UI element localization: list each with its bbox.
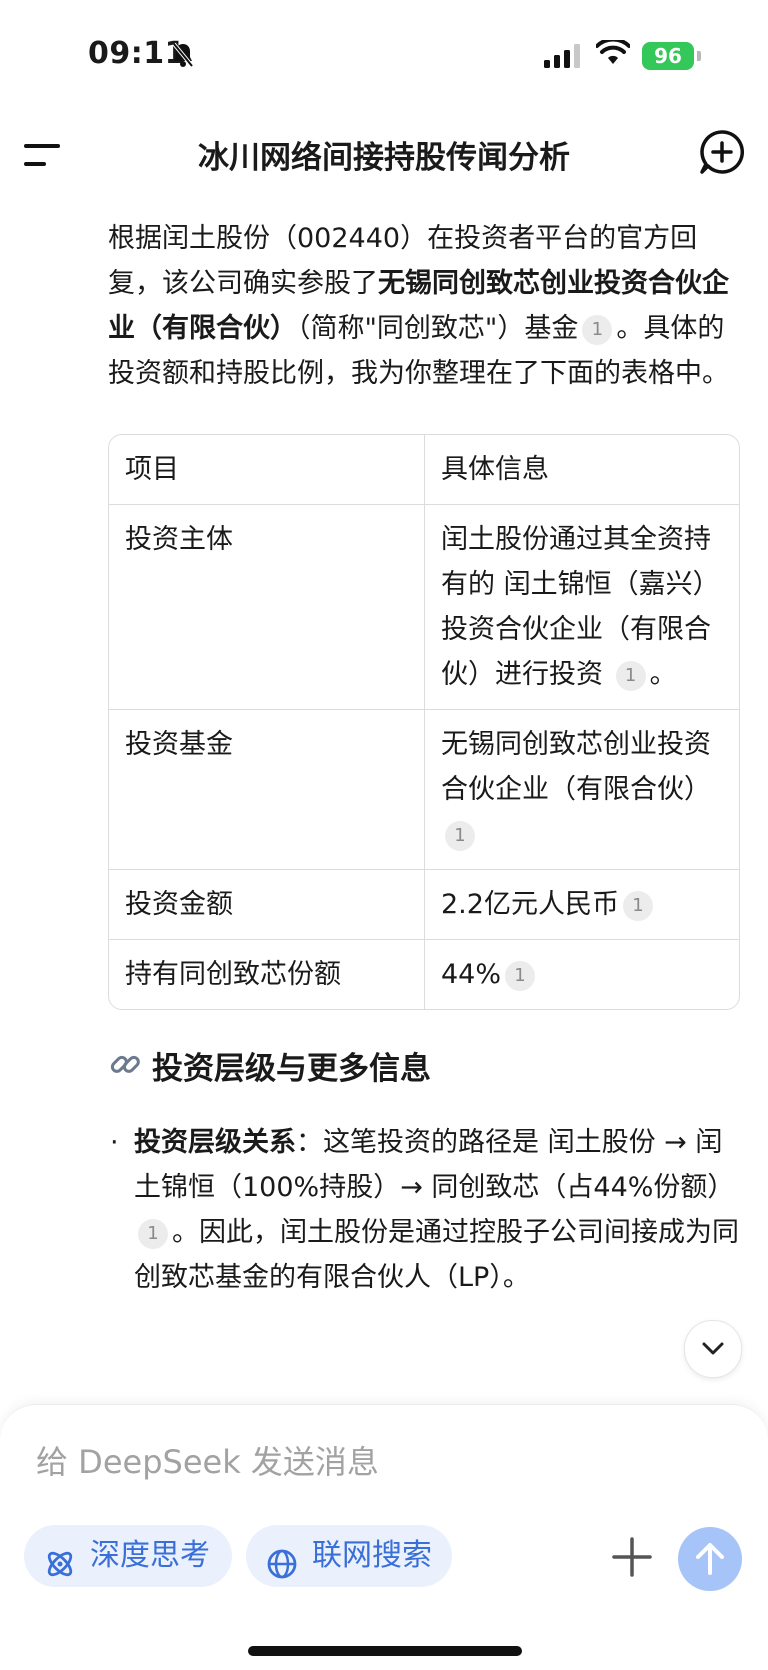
cellular-signal-icon (544, 44, 582, 72)
menu-icon[interactable] (22, 134, 66, 174)
bullet-dot: · (110, 1127, 119, 1158)
table-cell-item: 持有同创致芯份额 (109, 939, 425, 1009)
section-heading: 投资层级与更多信息 (108, 1044, 740, 1094)
cell-text: 无锡同创致芯创业投资合伙企业（有限合伙） (441, 729, 711, 805)
intro-paragraph: 根据闰土股份（002440）在投资者平台的官方回复，该公司确实参股了无锡同创致芯… (108, 216, 740, 396)
bullet-text-2: 。因此，闰土股份是通过控股子公司间接成为同创致芯基金的有限合伙人（LP）。 (134, 1217, 739, 1293)
battery-tip (697, 51, 701, 61)
cell-text: 44% (441, 959, 502, 990)
globe-icon (266, 1540, 298, 1602)
chat-header: 冰川网络间接持股传闻分析 (0, 120, 768, 190)
bell-muted-icon (172, 42, 194, 72)
table-cell-item: 投资基金 (109, 709, 425, 869)
table-cell-info: 2.2亿元人民币 1 (425, 869, 739, 939)
table-row: 持有同创致芯份额 44% 1 (109, 939, 739, 1009)
cell-text: 闰土股份通过其全资持有的 闰土锦恒（嘉兴）投资合伙企业（有限合伙）进行投资 (441, 524, 720, 690)
status-bar: 09:11 96 (0, 0, 768, 110)
table-row: 投资基金 无锡同创致芯创业投资合伙企业（有限合伙） 1 (109, 709, 739, 869)
cell-tail: 。 (649, 659, 677, 690)
table-cell-item: 投资金额 (109, 869, 425, 939)
bullet-bold-text: 投资层级关系 (134, 1127, 296, 1158)
table-row: 投资金额 2.2亿元人民币 1 (109, 869, 739, 939)
arrow-up-icon (696, 1543, 724, 1575)
investment-table: 项目 具体信息 投资主体 闰土股份通过其全资持有的 闰土锦恒（嘉兴）投资合伙企业… (108, 434, 740, 1010)
message-composer: 给 DeepSeek 发送消息 深度思考 联网搜索 (0, 1404, 768, 1670)
deep-think-label: 深度思考 (90, 1538, 210, 1573)
chat-title[interactable]: 冰川网络间接持股传闻分析 (110, 132, 658, 177)
citation-badge[interactable]: 1 (505, 960, 536, 991)
table-header-cell: 项目 (109, 435, 425, 504)
list-item: · 投资层级关系：这笔投资的路径是 闰土股份 → 闰土锦恒（100%持股）→ 同… (108, 1120, 740, 1300)
citation-badge[interactable]: 1 (615, 660, 646, 691)
table-header-cell: 具体信息 (441, 454, 549, 485)
atom-icon (44, 1540, 76, 1602)
citation-badge[interactable]: 1 (582, 314, 613, 345)
wifi-icon (595, 37, 631, 70)
intro-text-2: （简称"同创致芯"）基金 (297, 313, 579, 344)
deep-think-button[interactable]: 深度思考 (24, 1525, 232, 1587)
bullet-list: · 投资层级关系：这笔投资的路径是 闰土股份 → 闰土锦恒（100%持股）→ 同… (108, 1120, 740, 1300)
web-search-button[interactable]: 联网搜索 (246, 1525, 452, 1587)
scroll-to-bottom-button[interactable] (684, 1320, 742, 1378)
message-input[interactable]: 给 DeepSeek 发送消息 (36, 1437, 379, 1483)
send-button[interactable] (678, 1527, 742, 1591)
battery-indicator: 96 (642, 42, 694, 70)
link-icon (108, 1046, 142, 1096)
table-cell-item: 投资主体 (109, 504, 425, 709)
citation-badge[interactable]: 1 (622, 890, 653, 921)
assistant-message: 根据闰土股份（002440）在投资者平台的官方回复，该公司确实参股了无锡同创致芯… (108, 216, 740, 1300)
table-row: 投资主体 闰土股份通过其全资持有的 闰土锦恒（嘉兴）投资合伙企业（有限合伙）进行… (109, 504, 739, 709)
chevron-down-icon (702, 1342, 724, 1355)
citation-badge[interactable]: 1 (445, 820, 475, 851)
web-search-label: 联网搜索 (312, 1538, 432, 1573)
attach-plus-icon[interactable] (610, 1535, 654, 1579)
table-cell-info: 闰土股份通过其全资持有的 闰土锦恒（嘉兴）投资合伙企业（有限合伙）进行投资 1。 (425, 504, 739, 709)
table-header-row: 项目 具体信息 (109, 435, 739, 504)
table-cell-info: 44% 1 (425, 939, 739, 1009)
table-cell-info: 无锡同创致芯创业投资合伙企业（有限合伙） 1 (425, 709, 739, 869)
cell-text: 2.2亿元人民币 (441, 889, 619, 920)
new-chat-icon[interactable] (698, 128, 746, 176)
citation-badge[interactable]: 1 (138, 1218, 168, 1249)
section-title: 投资层级与更多信息 (152, 1051, 431, 1087)
home-indicator (248, 1646, 522, 1656)
